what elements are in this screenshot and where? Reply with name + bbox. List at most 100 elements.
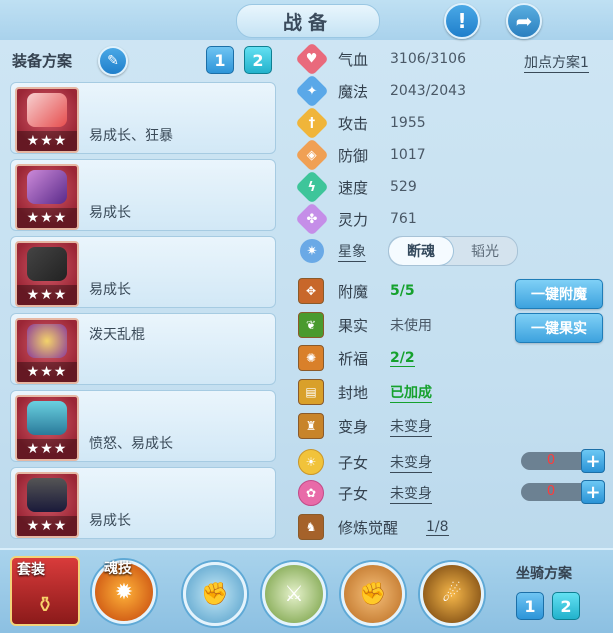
mount-plan-1-button[interactable]: 1 (516, 592, 544, 620)
fruit-icon: ❦ (298, 312, 324, 338)
extra-value: 未使用 (390, 318, 432, 334)
star-icon: ✷ (300, 239, 324, 263)
star-rating: ★★★ (17, 131, 77, 151)
fief-icon: ▤ (298, 379, 324, 405)
stat-name: 速度 (338, 178, 369, 197)
soul-skill-label: 魂技 (104, 561, 132, 577)
pencil-icon[interactable]: ✎ (98, 46, 128, 76)
stat-name: 防御 (338, 146, 369, 165)
star-row: ✷ 星象 (296, 238, 366, 264)
kick-skill-icon[interactable]: ☄ (420, 562, 484, 626)
boots-icon: ★★★ (15, 472, 79, 538)
lightning-icon: ϟ (295, 170, 329, 204)
enchant-icon: ✥ (298, 278, 324, 304)
slot-effect-text: 易成长、狂暴 (89, 128, 173, 144)
equip-plan-1-button[interactable]: 1 (206, 46, 234, 74)
fist-skill-icon[interactable]: ✊ (341, 562, 405, 626)
equip-plan-2-button[interactable]: 2 (244, 46, 272, 74)
equipment-slot[interactable]: ★★★ 易成长、狂暴 (10, 82, 276, 154)
stat-name: 攻击 (338, 114, 369, 133)
stat-value: 761 (390, 211, 417, 227)
one-click-enchant-button[interactable]: 一键附魔 (515, 279, 603, 309)
extra-value[interactable]: 2/2 (390, 350, 415, 367)
lotus-icon: ✿ (298, 480, 324, 506)
sword-skill-icon[interactable]: ⚔ (262, 562, 326, 626)
star-rating: ★★★ (17, 208, 77, 228)
equipment-slot[interactable]: ★★★ 易成长 (10, 159, 276, 231)
star-option-duanhun[interactable]: 断魂 (389, 237, 453, 265)
extra-row-cultivation: ♞ 修炼觉醒 1/8 (296, 514, 449, 540)
equipment-slot[interactable]: ★★★ 愤怒、易成长 (10, 390, 276, 462)
shield-icon: ◈ (295, 138, 329, 172)
flame-icon: ✹ (114, 579, 134, 605)
extra-name: 子女 (338, 453, 369, 472)
slot-effect-text: 愤怒、易成长 (89, 436, 173, 452)
page-title: 战备 (236, 4, 380, 38)
star-rating: ★★★ (17, 362, 77, 382)
extra-name: 附魔 (338, 282, 369, 301)
suit-tab-label: 套装 (17, 562, 45, 578)
slot-effect-text: 泼天乱棍 (89, 327, 145, 343)
blessing-icon: ✺ (298, 345, 324, 371)
extra-row-child-1: ☀ 子女 未变身 (296, 449, 432, 475)
extra-row-child-2: ✿ 子女 未变身 (296, 480, 432, 506)
belt-icon: ★★★ (15, 395, 79, 461)
extra-row-enchant: ✥ 附魔 5/5 (296, 278, 415, 304)
extra-name: 祈福 (338, 349, 369, 368)
fist-skill-icon[interactable]: ✊ (183, 562, 247, 626)
sun-icon: ☀ (298, 449, 324, 475)
stat-value: 3106/3106 (390, 51, 466, 67)
transform-icon: ♜ (298, 413, 324, 439)
extra-name: 子女 (338, 484, 369, 503)
plus-icon[interactable]: + (581, 449, 605, 473)
equip-plan-label: 装备方案 (12, 52, 73, 70)
weapon-icon: ★★★ (15, 164, 79, 230)
child-stepper: 0 + (521, 449, 605, 473)
slot-effect-text: 易成长 (89, 513, 131, 529)
extra-value[interactable]: 未变身 (390, 483, 432, 504)
star-rating: ★★★ (17, 285, 77, 305)
stepper-value: 0 (521, 452, 581, 470)
mana-icon: ✦ (295, 74, 329, 108)
stat-row-mp: ✦ 魔法 2043/2043 (295, 74, 466, 108)
stat-name: 气血 (338, 50, 369, 69)
one-click-fruit-button[interactable]: 一键果实 (515, 313, 603, 343)
exclamation-icon[interactable]: ! (444, 3, 480, 39)
spirit-icon: ✤ (295, 202, 329, 236)
slot-effect-text: 易成长 (89, 282, 131, 298)
stat-row-hp: ♥ 气血 3106/3106 (295, 42, 466, 76)
stat-row-speed: ϟ 速度 529 (295, 170, 417, 204)
extra-row-fief: ▤ 封地 已加成 (296, 379, 432, 405)
heart-icon: ♥ (295, 42, 329, 76)
star-option-taoguang[interactable]: 韬光 (453, 237, 517, 265)
extra-value[interactable]: 未变身 (390, 416, 432, 437)
extra-value[interactable]: 1/8 (426, 519, 449, 536)
star-rating: ★★★ (17, 439, 77, 459)
mount-plan-2-button[interactable]: 2 (552, 592, 580, 620)
extra-row-transform: ♜ 变身 未变身 (296, 413, 432, 439)
point-plan-link[interactable]: 加点方案1 (524, 52, 589, 73)
stat-row-spirit: ✤ 灵力 761 (295, 202, 417, 236)
equipment-slot[interactable]: ★★★ 泼天乱棍 (10, 313, 276, 385)
sword-icon: † (295, 106, 329, 140)
equipment-slot[interactable]: ★★★ 易成长 (10, 467, 276, 539)
extra-name: 果实 (338, 316, 369, 335)
equipment-slot[interactable]: ★★★ 易成长 (10, 236, 276, 308)
stat-name: 魔法 (338, 82, 369, 101)
slot-effect-text: 易成长 (89, 205, 131, 221)
star-label[interactable]: 星象 (338, 241, 366, 262)
plus-icon[interactable]: + (581, 480, 605, 504)
extra-name: 变身 (338, 417, 369, 436)
star-toggle[interactable]: 断魂 韬光 (388, 236, 518, 266)
star-rating: ★★★ (17, 516, 77, 536)
extra-value[interactable]: 已加成 (390, 382, 432, 403)
extra-name: 封地 (338, 383, 369, 402)
extra-row-blessing: ✺ 祈福 2/2 (296, 345, 415, 371)
extra-value[interactable]: 未变身 (390, 452, 432, 473)
stat-value: 529 (390, 179, 417, 195)
share-icon[interactable]: ➦ (506, 3, 542, 39)
cauldron-icon: ⚱ (35, 593, 55, 618)
stat-value: 2043/2043 (390, 83, 466, 99)
stat-name: 灵力 (338, 210, 369, 229)
stat-row-attack: † 攻击 1955 (295, 106, 426, 140)
